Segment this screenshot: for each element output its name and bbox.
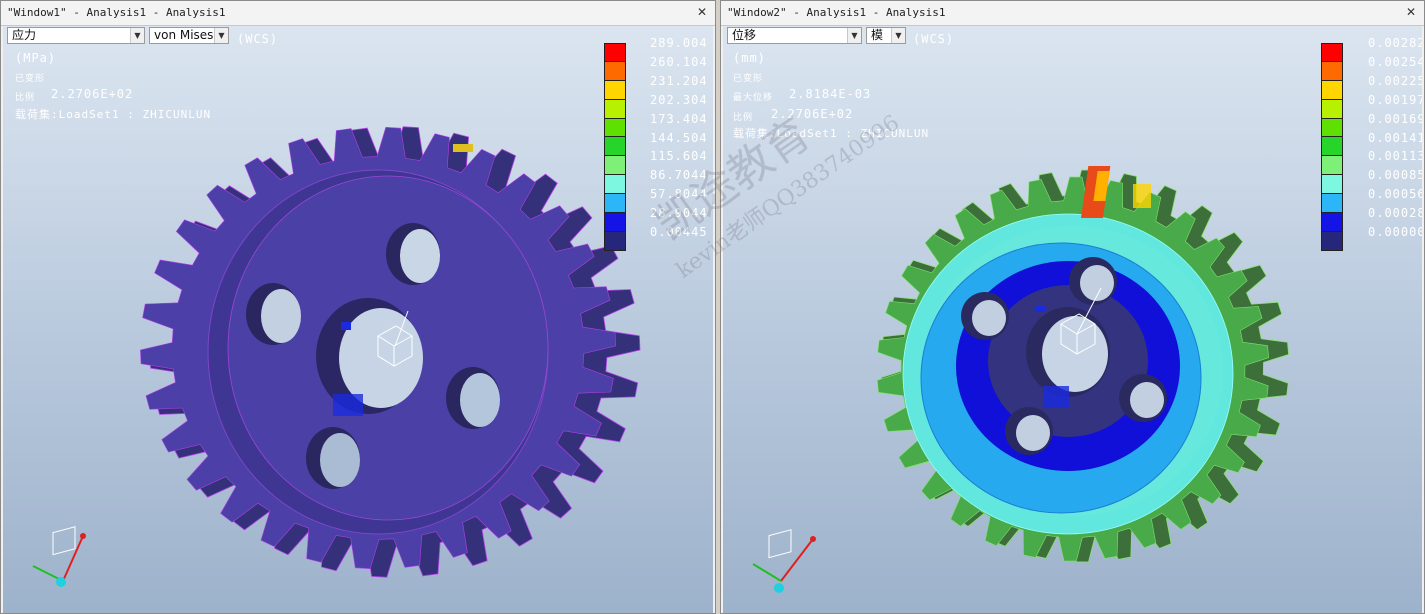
window-2-titlebar[interactable]: "Window2" - Analysis1 - Analysis1 ✕ [721,1,1424,26]
legend-color-cell [1321,231,1343,251]
legend-color-cell [604,156,626,176]
legend-color-cell [604,137,626,157]
legend-value: 0.00000 [1368,225,1422,239]
scale-value: 2.2706E+02 [51,87,134,101]
legend-value: 231.204 [650,73,708,88]
legend-value: 0.00197 [1368,92,1422,107]
window-2-title: "Window2" - Analysis1 - Analysis1 [727,6,946,19]
legend-color-cell [1321,213,1343,232]
legend-value: 289.004 [650,36,708,50]
legend-color-cell [604,99,626,119]
units-label: (mm) [733,51,766,65]
close-icon[interactable]: ✕ [695,5,709,19]
quantity-select-value: 位移 [732,28,757,42]
legend-value: 144.504 [650,130,708,145]
legend-color-cell [1321,61,1343,81]
deformed-label: 已变形 [733,74,764,84]
legend-value: 0.00056 [1368,187,1422,202]
quantity-select-value: 应力 [12,28,37,42]
legend-color-cell [1321,99,1343,119]
chevron-down-icon: ▼ [847,28,861,43]
result-window-1: "Window1" - Analysis1 - Analysis1 ✕ 应力 ▼… [0,0,716,614]
legend-value: 173.404 [650,111,708,126]
component-select-value: von Mises [154,28,214,42]
quantity-select[interactable]: 位移 ▼ [727,27,862,44]
legend-color-cell [1321,175,1343,195]
chevron-down-icon: ▼ [891,28,905,43]
legend-color-cell [1321,118,1343,138]
legend-value: 0.00225 [1368,73,1422,88]
component-select[interactable]: von Mises ▼ [149,27,229,44]
window-1-title: "Window1" - Analysis1 - Analysis1 [7,6,226,19]
legend-color-cell [604,80,626,100]
scale-label: 比例 [15,93,36,103]
window-1-titlebar[interactable]: "Window1" - Analysis1 - Analysis1 ✕ [1,1,715,26]
legend-color-cell [604,43,626,62]
component-select-value: 模 [871,28,884,42]
quantity-select[interactable]: 应力 ▼ [7,27,145,44]
legend-color-cell [604,213,626,232]
coordinate-system-label: (WCS) [237,32,279,46]
deformed-label: 已变形 [15,74,46,84]
coordinate-triad [752,529,816,593]
legend-color-cell [604,118,626,138]
chevron-down-icon: ▼ [214,28,228,43]
close-icon[interactable]: ✕ [1404,5,1418,19]
coordinate-triad [32,526,86,587]
scale-label: 比例 [733,113,754,123]
legend-value: 0.00169 [1368,111,1422,126]
legend-color-cell [1321,156,1343,176]
loadset-label: 载荷集:LoadSet1 : ZHICUNLUN [15,108,212,121]
stress-legend-scale [604,43,626,251]
max-displacement-label: 最大位移 [733,93,774,103]
legend-value: 0.00254 [1368,54,1422,69]
legend-color-cell [604,61,626,81]
displacement-legend-scale [1321,43,1343,251]
chevron-down-icon: ▼ [130,28,144,43]
legend-color-cell [1321,43,1343,62]
units-label: (MPa) [15,51,57,65]
legend-color-cell [604,231,626,251]
window-1-viewport[interactable]: 应力 ▼ von Mises ▼ (WCS) (MPa) 已变形 比例 2.27… [3,26,713,613]
component-select[interactable]: 模 ▼ [866,27,906,44]
legend-value: 0.00085 [1368,168,1422,183]
legend-color-cell [1321,80,1343,100]
coordinate-system-label: (WCS) [913,32,955,46]
legend-value: 0.00141 [1368,130,1422,145]
legend-value: 0.00282 [1368,36,1422,50]
legend-color-cell [604,175,626,195]
legend-color-cell [1321,137,1343,157]
legend-value: 0.00113 [1368,149,1422,164]
legend-value: 260.104 [650,54,708,69]
legend-color-cell [604,194,626,214]
legend-value: 202.304 [650,92,708,107]
legend-color-cell [1321,194,1343,214]
legend-value: 0.00028 [1368,206,1422,221]
